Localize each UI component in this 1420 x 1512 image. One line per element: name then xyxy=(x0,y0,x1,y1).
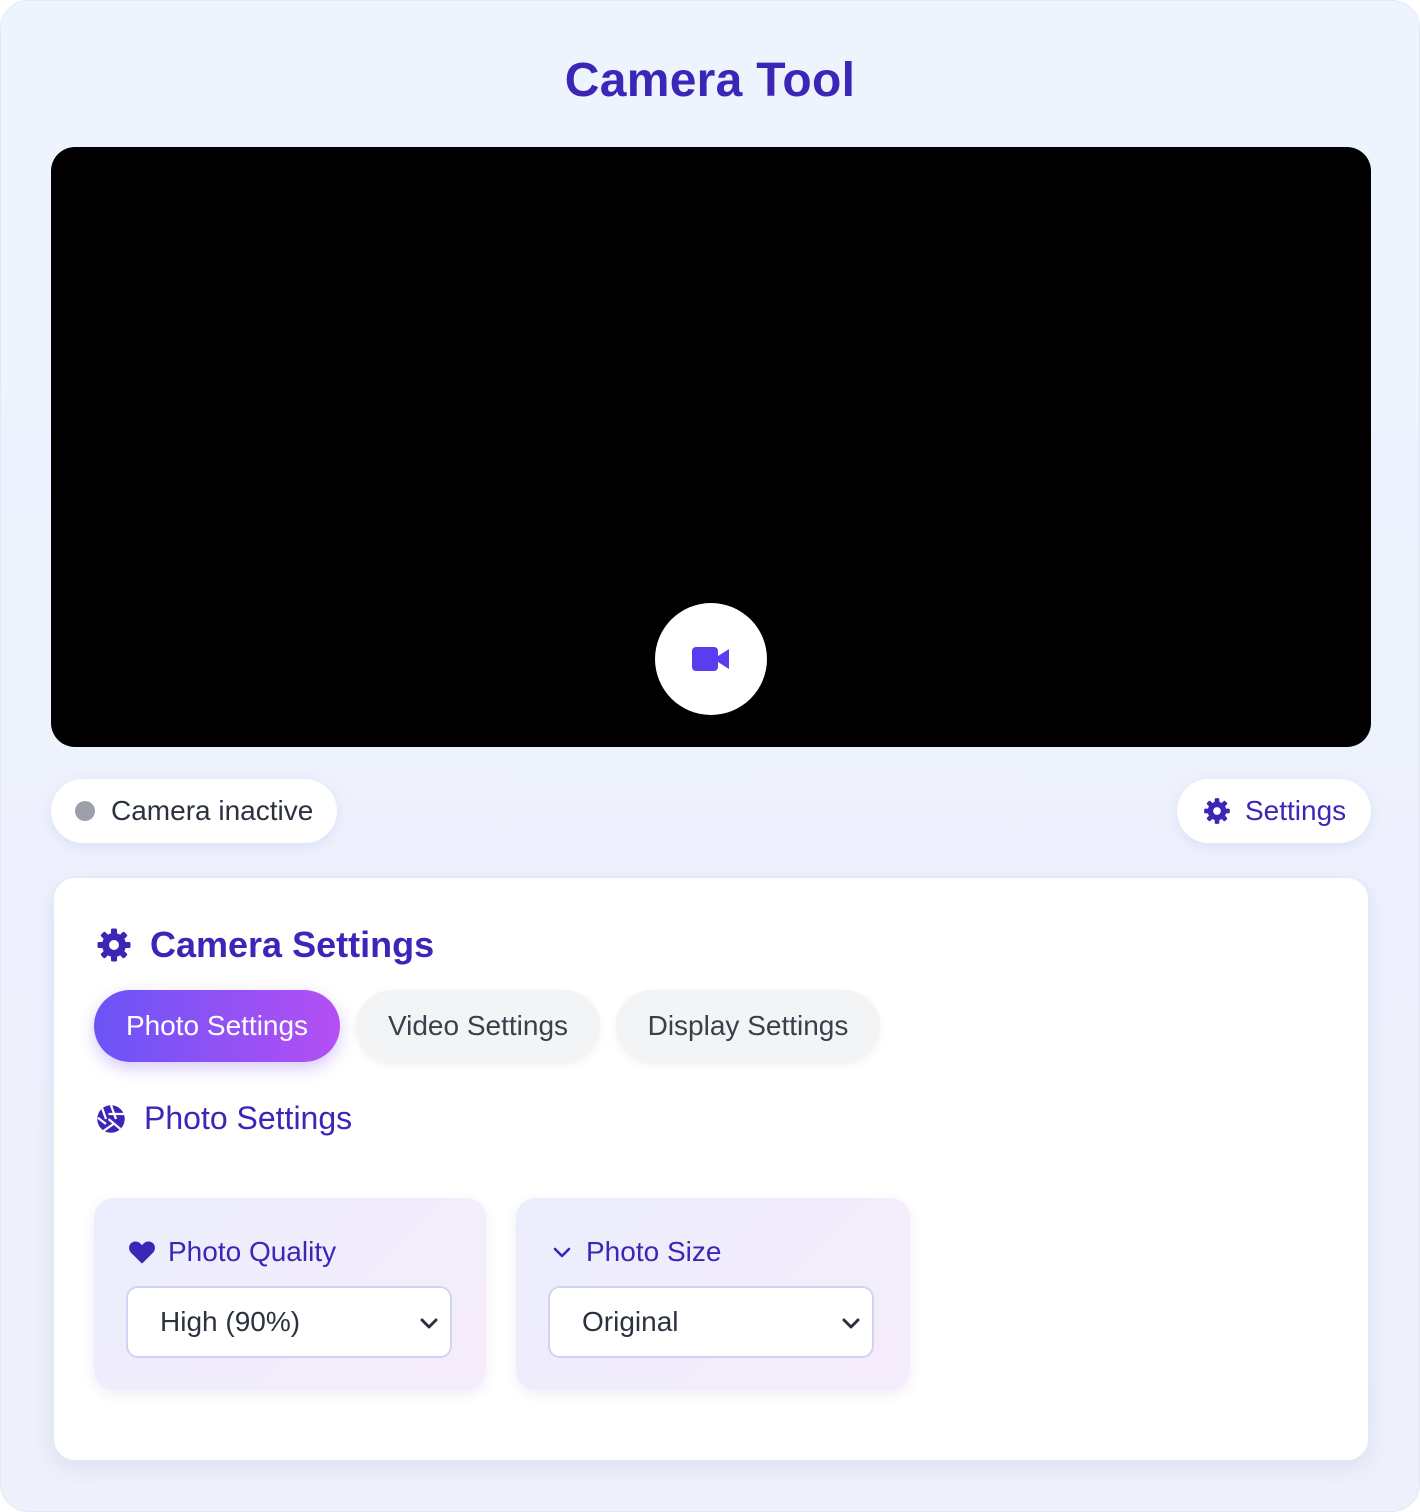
photo-quality-card: Photo Quality High (90%) xyxy=(94,1198,486,1390)
section-title: Photo Settings xyxy=(144,1100,353,1136)
page-title: Camera Tool xyxy=(564,54,856,107)
photo-size-value: Original xyxy=(582,1306,679,1337)
status-label: Camera inactive xyxy=(111,795,314,826)
start-camera-button[interactable] xyxy=(655,603,767,715)
camera-tool-window: Camera Tool Camera inactive Settings Cam… xyxy=(0,0,1420,1512)
gear-icon xyxy=(1204,798,1230,824)
settings-button-label: Settings xyxy=(1245,795,1347,826)
camera-status-indicator: Camera inactive xyxy=(51,779,337,843)
tab-display-settings[interactable]: Display Settings xyxy=(616,990,880,1062)
chevron-down-icon xyxy=(842,1318,860,1329)
aperture-icon xyxy=(97,1104,125,1133)
photo-quality-label-row: Photo Quality xyxy=(128,1236,336,1268)
status-dot xyxy=(75,801,95,821)
photo-quality-value: High (90%) xyxy=(160,1306,301,1337)
photo-size-select[interactable]: Original xyxy=(548,1286,874,1358)
photo-size-label-row: Photo Size xyxy=(550,1236,721,1268)
camera-settings-panel: Camera Settings Photo Settings Video Set… xyxy=(53,877,1369,1461)
photo-size-label: Photo Size xyxy=(586,1236,722,1267)
tab-video-settings[interactable]: Video Settings xyxy=(356,990,600,1062)
section-header: Photo Settings xyxy=(96,1100,352,1137)
gear-icon xyxy=(97,928,131,962)
camera-preview xyxy=(51,147,1371,747)
panel-header: Camera Settings xyxy=(96,924,434,966)
chevron-down-icon xyxy=(553,1247,571,1258)
chevron-down-icon xyxy=(420,1318,438,1329)
panel-title: Camera Settings xyxy=(150,924,435,965)
heart-icon xyxy=(129,1241,155,1264)
photo-quality-select[interactable]: High (90%) xyxy=(126,1286,452,1358)
photo-quality-label: Photo Quality xyxy=(168,1236,337,1267)
video-camera-icon xyxy=(692,647,729,671)
settings-button[interactable]: Settings xyxy=(1177,779,1371,843)
photo-size-card: Photo Size Original xyxy=(516,1198,910,1390)
tab-photo-settings[interactable]: Photo Settings xyxy=(94,990,340,1062)
